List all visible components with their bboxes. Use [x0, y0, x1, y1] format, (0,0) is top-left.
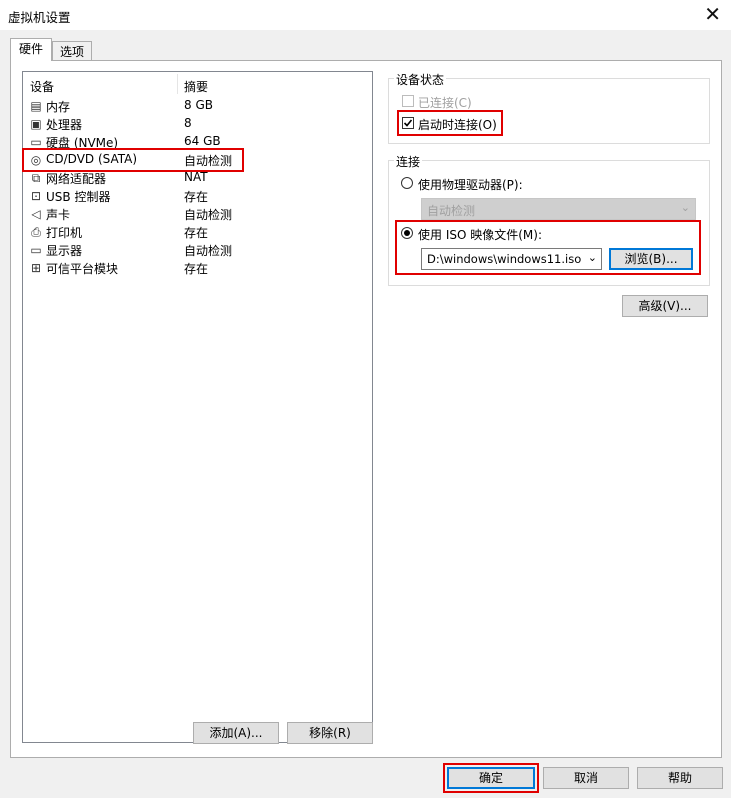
- device-summary: 自动检测: [184, 244, 233, 258]
- device-name: CD/DVD (SATA): [46, 152, 138, 166]
- remove-device-button[interactable]: 移除(R): [287, 722, 373, 744]
- device-name: 网络适配器: [46, 172, 107, 186]
- ok-button[interactable]: 确定: [447, 767, 535, 789]
- cd-icon: ◎: [30, 153, 42, 167]
- device-row-hard-disk[interactable]: ▭ 硬盘 (NVMe) 64 GB: [24, 133, 368, 151]
- device-row-memory[interactable]: ▤ 内存 8 GB: [24, 97, 368, 115]
- sound-icon: ◁: [31, 207, 41, 221]
- device-name: 内存: [46, 100, 71, 114]
- device-summary: 存在: [184, 190, 209, 204]
- device-summary: 自动检测: [184, 208, 233, 222]
- connect-at-power-on-label: 启动时连接(O): [418, 118, 497, 132]
- tab-options[interactable]: 选项: [52, 41, 92, 62]
- browse-button[interactable]: 浏览(B)...: [609, 248, 693, 270]
- checkmark-icon: [403, 119, 413, 127]
- connect-at-power-on-checkbox[interactable]: [402, 117, 414, 129]
- device-row-printer[interactable]: ⎙ 打印机 存在: [24, 223, 368, 241]
- physical-drive-label: 使用物理驱动器(P):: [418, 178, 523, 192]
- memory-icon: ▤: [30, 99, 42, 113]
- device-name: 处理器: [46, 118, 83, 132]
- physical-drive-value: 自动检测: [427, 204, 476, 218]
- window-title: 虚拟机设置: [8, 10, 71, 25]
- tab-hardware[interactable]: 硬件: [10, 38, 52, 61]
- column-header-device[interactable]: 设备: [30, 78, 54, 95]
- device-summary: 自动检测: [184, 154, 233, 168]
- column-header-summary[interactable]: 摘要: [184, 78, 208, 95]
- device-summary: 存在: [184, 226, 209, 240]
- device-row-sound-card[interactable]: ◁ 声卡 自动检测: [24, 205, 368, 223]
- chevron-down-icon: ⌄: [680, 201, 690, 214]
- disk-icon: ▭: [30, 135, 42, 149]
- device-name: USB 控制器: [46, 190, 111, 204]
- iso-image-label: 使用 ISO 映像文件(M):: [418, 228, 542, 242]
- device-status-label: 设备状态: [394, 71, 447, 88]
- physical-drive-select[interactable]: 自动检测 ⌄: [421, 198, 696, 220]
- device-summary: NAT: [184, 170, 208, 184]
- device-name: 打印机: [46, 226, 83, 240]
- device-name: 显示器: [46, 244, 83, 258]
- display-icon: ▭: [30, 243, 42, 257]
- device-row-tpm[interactable]: ⊞ 可信平台模块 存在: [24, 259, 368, 277]
- device-row-cd-dvd[interactable]: ◎ CD/DVD (SATA) 自动检测: [24, 151, 368, 169]
- device-summary: 8 GB: [184, 98, 213, 112]
- cpu-icon: ▣: [30, 117, 42, 131]
- device-name: 声卡: [46, 208, 71, 222]
- device-row-network-adapter[interactable]: ⧉ 网络适配器 NAT: [24, 169, 368, 187]
- chevron-down-icon[interactable]: ⌄: [588, 251, 597, 264]
- connected-label: 已连接(C): [418, 96, 472, 110]
- device-row-usb-controller[interactable]: ⊡ USB 控制器 存在: [24, 187, 368, 205]
- column-separator[interactable]: [177, 74, 178, 94]
- tpm-icon: ⊞: [30, 261, 42, 275]
- title-bar: [0, 0, 731, 30]
- device-summary: 存在: [184, 262, 209, 276]
- printer-icon: ⎙: [31, 225, 41, 239]
- connected-checkbox[interactable]: [402, 95, 414, 107]
- advanced-button[interactable]: 高级(V)...: [622, 295, 708, 317]
- device-name: 硬盘 (NVMe): [46, 136, 119, 150]
- help-button[interactable]: 帮助: [637, 767, 723, 789]
- network-icon: ⧉: [31, 171, 41, 185]
- add-device-button[interactable]: 添加(A)...: [193, 722, 279, 744]
- iso-path-combobox[interactable]: D:\windows\windows11.iso ⌄: [421, 248, 602, 270]
- cancel-button[interactable]: 取消: [543, 767, 629, 789]
- iso-path-value: D:\windows\windows11.iso: [427, 252, 582, 266]
- device-row-processor[interactable]: ▣ 处理器 8: [24, 115, 368, 133]
- connection-label: 连接: [394, 153, 423, 170]
- close-icon[interactable]: ✕: [704, 3, 721, 25]
- device-name: 可信平台模块: [46, 262, 119, 276]
- iso-image-radio[interactable]: [401, 227, 413, 239]
- device-summary: 64 GB: [184, 134, 221, 148]
- usb-icon: ⊡: [30, 189, 42, 203]
- device-summary: 8: [184, 116, 192, 130]
- physical-drive-radio[interactable]: [401, 177, 413, 189]
- device-row-display[interactable]: ▭ 显示器 自动检测: [24, 241, 368, 259]
